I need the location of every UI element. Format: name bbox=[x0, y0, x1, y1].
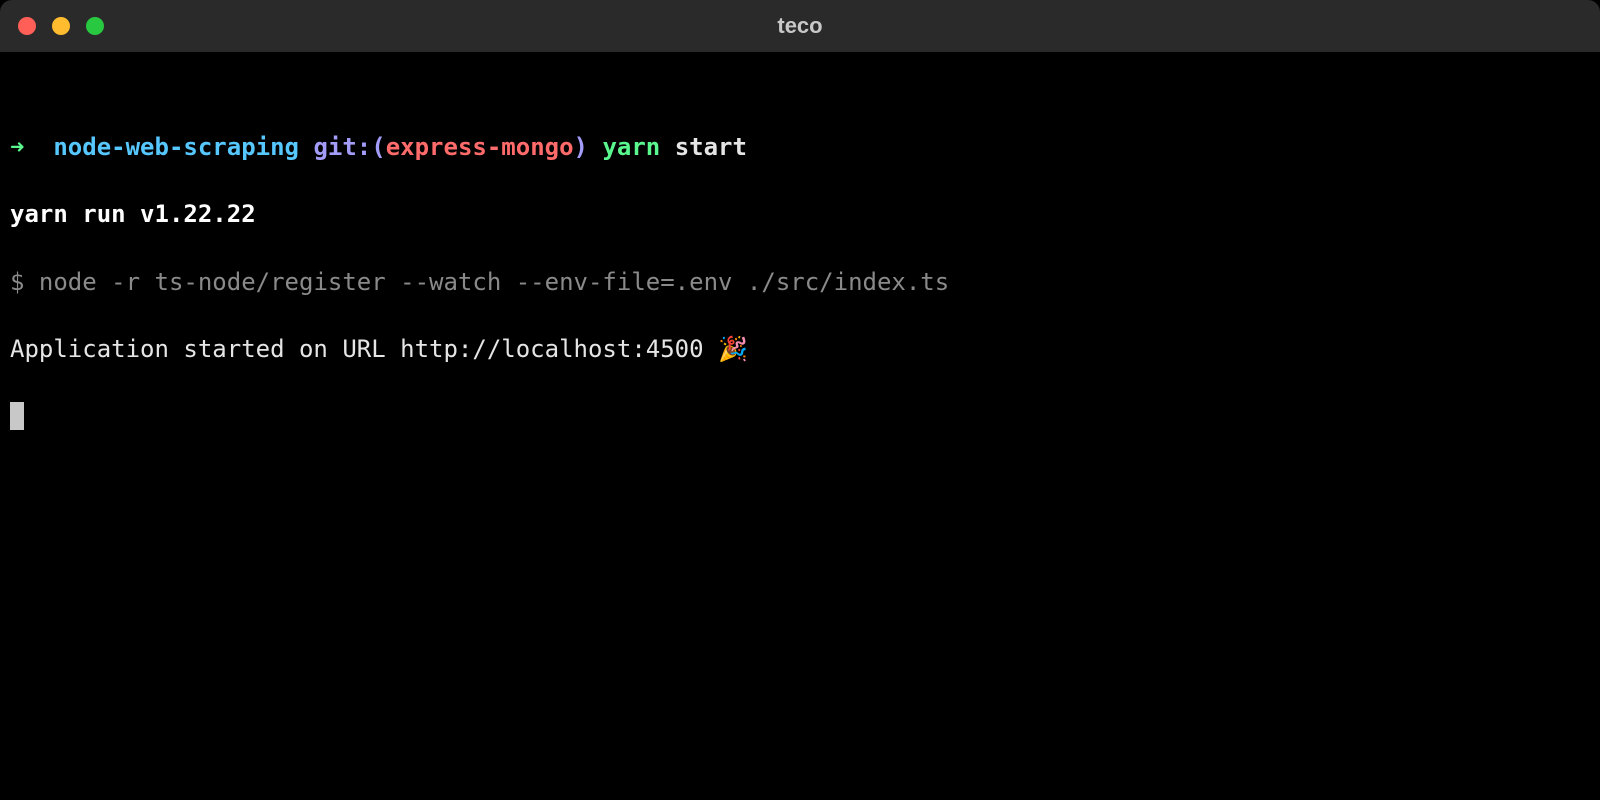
dollar-sign: $ bbox=[10, 268, 24, 296]
close-icon[interactable] bbox=[18, 17, 36, 35]
git-close: ) bbox=[574, 133, 588, 161]
command-arg: start bbox=[675, 133, 747, 161]
git-branch: express-mongo bbox=[386, 133, 574, 161]
git-label: git:( bbox=[313, 133, 385, 161]
window-title: teco bbox=[777, 13, 822, 39]
minimize-icon[interactable] bbox=[52, 17, 70, 35]
cursor-icon bbox=[10, 402, 24, 430]
node-cmd: node -r ts-node/register --watch --env-f… bbox=[39, 268, 949, 296]
terminal-body[interactable]: ➜ node-web-scraping git:(express-mongo) … bbox=[0, 52, 1600, 479]
maximize-icon[interactable] bbox=[86, 17, 104, 35]
prompt-arrow-icon: ➜ bbox=[10, 133, 24, 161]
terminal-window: teco ➜ node-web-scraping git:(express-mo… bbox=[0, 0, 1600, 800]
yarn-run-line: yarn run v1.22.22 bbox=[10, 198, 1590, 232]
node-cmd-line: $ node -r ts-node/register --watch --env… bbox=[10, 266, 1590, 300]
command: yarn bbox=[602, 133, 660, 161]
titlebar: teco bbox=[0, 0, 1600, 52]
traffic-lights bbox=[18, 17, 104, 35]
prompt-line: ➜ node-web-scraping git:(express-mongo) … bbox=[10, 131, 1590, 165]
prompt-dir: node-web-scraping bbox=[53, 133, 299, 161]
app-started-line: Application started on URL http://localh… bbox=[10, 333, 1590, 367]
